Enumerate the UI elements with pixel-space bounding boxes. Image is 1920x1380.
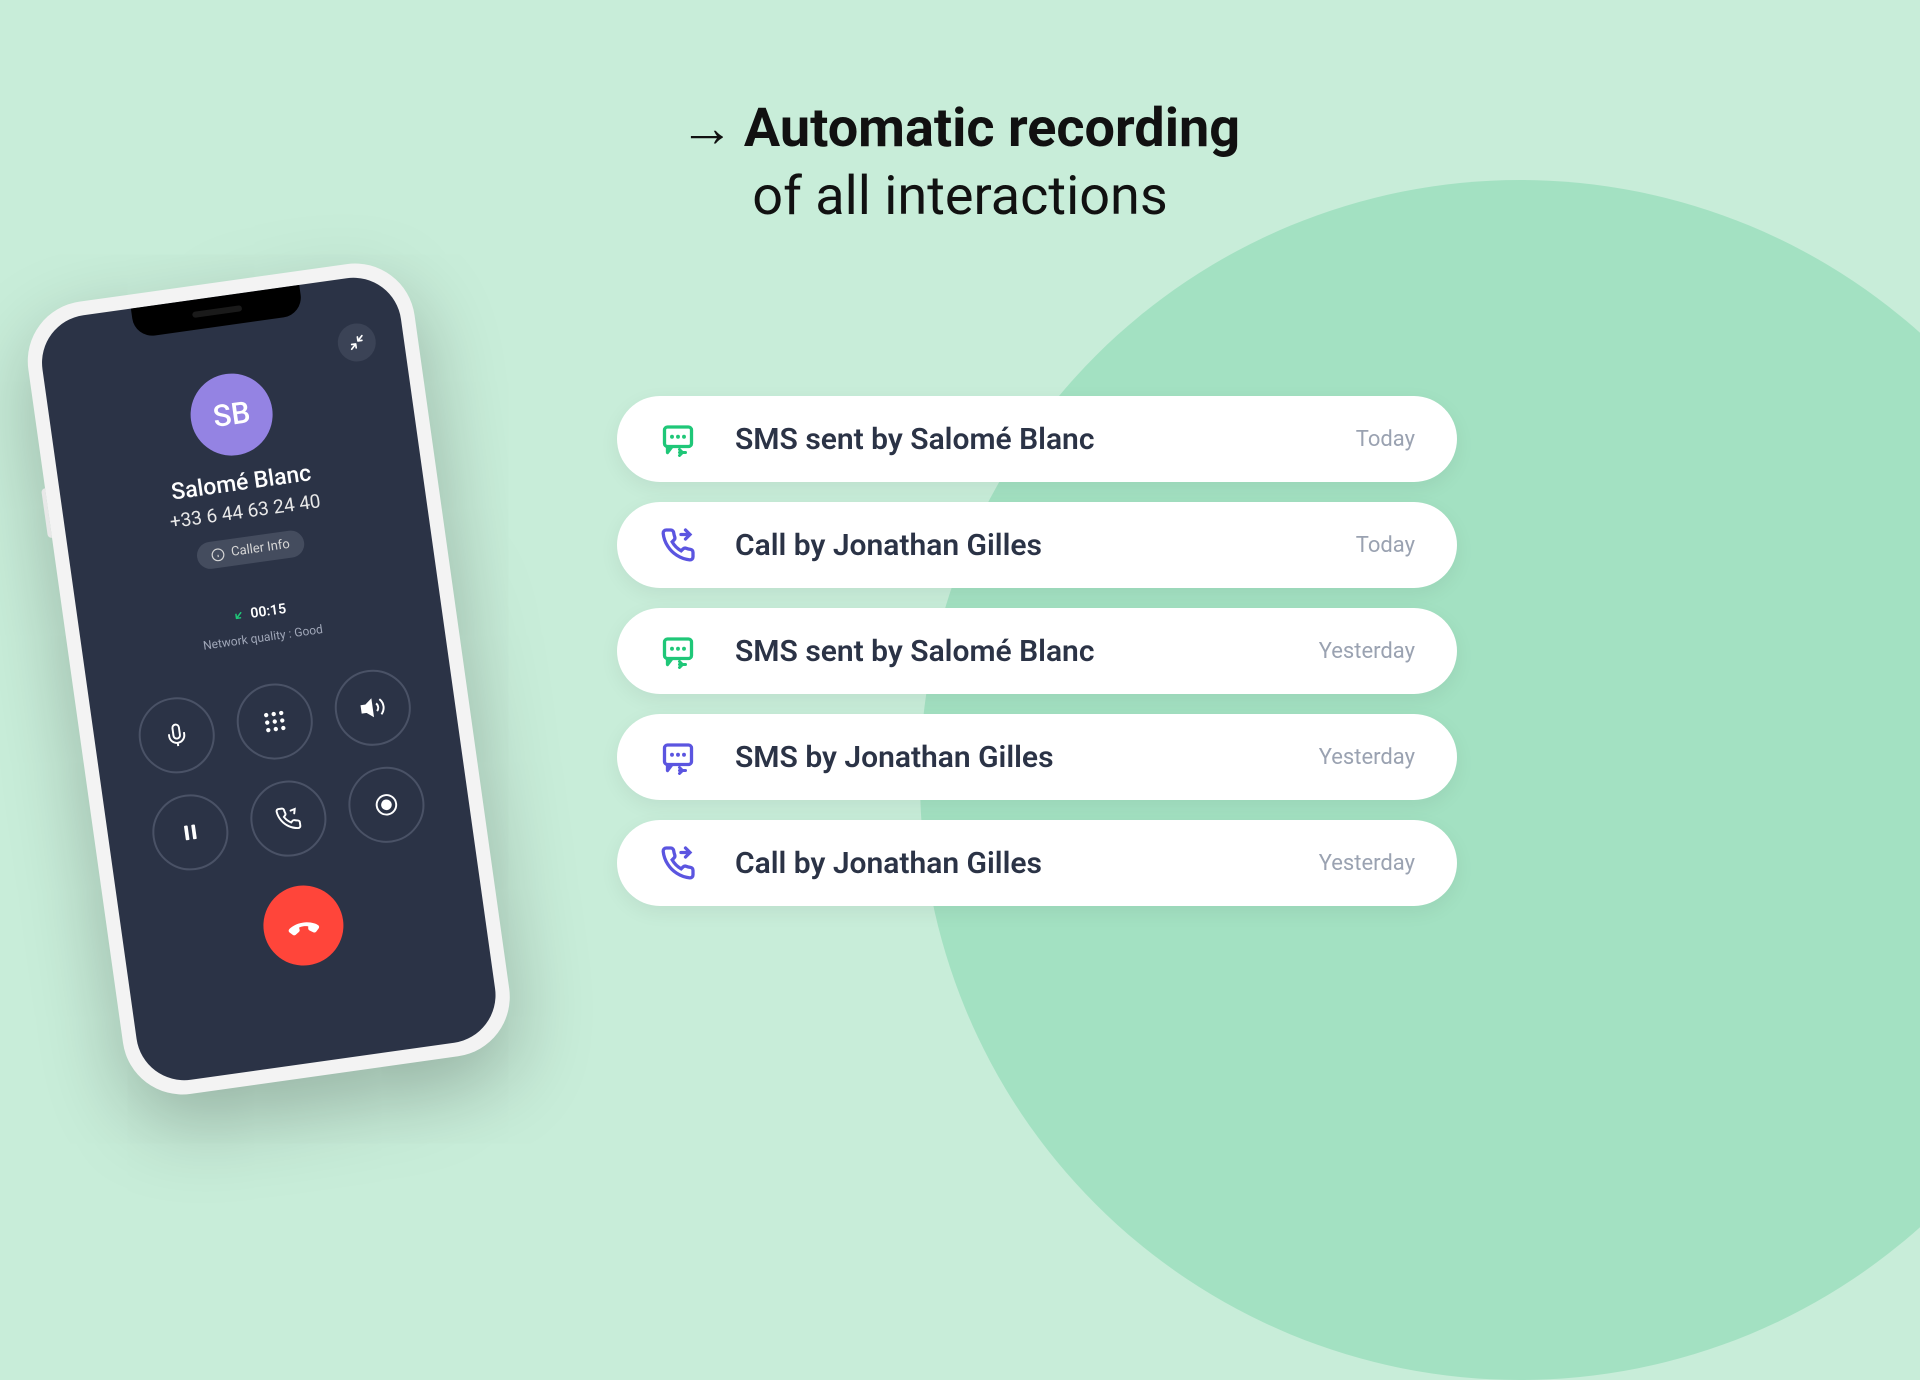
phone-notch [131,285,304,338]
minimize-button[interactable] [335,321,378,364]
item-time: Yesterday [1319,639,1415,664]
item-text: Call by Jonathan Gilles [735,846,1319,881]
item-text: Call by Jonathan Gilles [735,528,1356,563]
item-text: SMS sent by Salomé Blanc [735,634,1319,669]
list-item[interactable]: SMS sent by Salomé BlancToday [617,396,1457,482]
phone-mockup: SB Salomé Blanc +33 6 44 63 24 40 Caller… [20,256,518,1102]
call-icon [659,526,697,564]
record-button[interactable] [343,762,429,848]
item-time: Today [1356,533,1415,558]
caller-info-label: Caller Info [230,537,291,560]
headline: →Automatic recording of all interactions [680,95,1240,230]
item-text: SMS sent by Salomé Blanc [735,422,1356,457]
headline-bold: Automatic recording [744,97,1240,160]
caller-info-button[interactable]: Caller Info [196,529,306,571]
call-icon [659,844,697,882]
headline-rest: of all interactions [680,163,1240,231]
avatar: SB [185,368,278,461]
list-item[interactable]: Call by Jonathan GillesYesterday [617,820,1457,906]
sms-icon [659,738,697,776]
list-item[interactable]: SMS by Jonathan GillesYesterday [617,714,1457,800]
sms-sent-icon [659,632,697,670]
item-time: Today [1356,427,1415,452]
hangup-button[interactable] [258,880,348,970]
transfer-button[interactable] [245,776,331,862]
item-text: SMS by Jonathan Gilles [735,740,1319,775]
sms-sent-icon [659,420,697,458]
call-duration: 00:15 [232,601,288,624]
interaction-list: SMS sent by Salomé BlancTodayCall by Jon… [617,396,1457,906]
keypad-button[interactable] [232,679,318,765]
item-time: Yesterday [1319,851,1415,876]
mute-button[interactable] [134,692,220,778]
item-time: Yesterday [1319,745,1415,770]
speaker-button[interactable] [330,665,416,751]
arrow-icon: → [680,97,734,160]
list-item[interactable]: SMS sent by Salomé BlancYesterday [617,608,1457,694]
hold-button[interactable] [148,789,234,875]
list-item[interactable]: Call by Jonathan GillesToday [617,502,1457,588]
